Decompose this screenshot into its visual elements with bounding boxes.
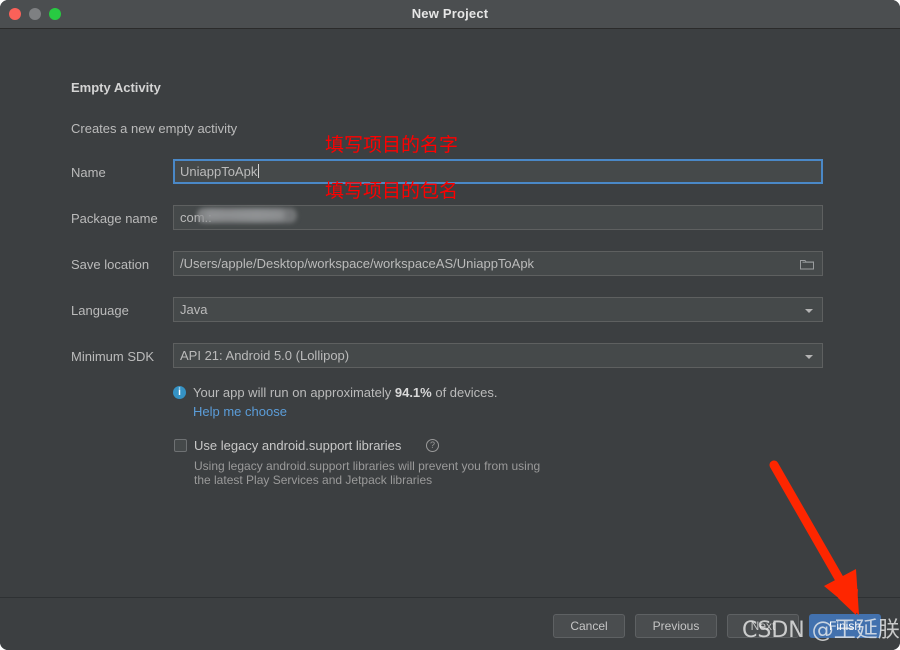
dialog-footer: Cancel Previous Next Finish	[0, 597, 900, 650]
use-legacy-support-libraries-checkbox[interactable]	[174, 439, 187, 452]
use-legacy-support-libraries-label[interactable]: Use legacy android.support libraries	[194, 438, 401, 453]
language-select-value: Java	[180, 302, 208, 317]
text-caret	[258, 164, 260, 178]
cancel-button[interactable]: Cancel	[553, 614, 625, 638]
device-coverage-text: Your app will run on approximately 94.1%…	[193, 385, 498, 400]
title-bar: New Project	[0, 0, 900, 29]
window-title: New Project	[411, 6, 489, 21]
save-location-label: Save location	[71, 257, 150, 272]
help-question-icon[interactable]: ?	[426, 439, 439, 452]
save-location-input-value: /Users/apple/Desktop/workspace/workspace…	[180, 256, 535, 271]
template-title: Empty Activity	[71, 80, 161, 95]
device-coverage-percent: 94.1%	[394, 385, 432, 400]
dialog-content: Empty Activity Creates a new empty activ…	[0, 29, 900, 597]
info-icon: i	[173, 386, 186, 399]
minimum-sdk-label: Minimum SDK	[71, 349, 155, 364]
annotation-name-note: 填写项目的名字	[325, 134, 459, 156]
template-description: Creates a new empty activity	[71, 121, 238, 136]
language-label: Language	[71, 303, 129, 318]
package-name-label: Package name	[71, 211, 158, 226]
chevron-down-icon[interactable]	[805, 309, 813, 313]
device-coverage-text-before: Your app will run on approximately	[193, 385, 395, 400]
name-label: Name	[71, 165, 106, 180]
next-button[interactable]: Next	[727, 614, 799, 638]
folder-browse-icon[interactable]	[800, 258, 814, 270]
minimum-sdk-select[interactable]: API 21: Android 5.0 (Lollipop)	[173, 343, 823, 368]
save-location-input[interactable]: /Users/apple/Desktop/workspace/workspace…	[173, 251, 823, 276]
language-select[interactable]: Java	[173, 297, 823, 322]
device-coverage-text-after: of devices.	[431, 385, 498, 400]
legacy-description-line-1: Using legacy android.support libraries w…	[194, 459, 541, 473]
package-name-redaction-blur-highlight	[205, 210, 285, 220]
minimum-sdk-select-value: API 21: Android 5.0 (Lollipop)	[180, 348, 350, 363]
name-input-value: UniappToApk	[180, 164, 258, 179]
new-project-dialog-window: New Project Empty Activity Creates a new…	[0, 0, 900, 650]
legacy-description-line-2: the latest Play Services and Jetpack lib…	[194, 473, 433, 487]
previous-button[interactable]: Previous	[635, 614, 717, 638]
name-input[interactable]: UniappToApk	[173, 159, 823, 184]
help-me-choose-link[interactable]: Help me choose	[193, 404, 287, 419]
chevron-down-icon[interactable]	[805, 355, 813, 359]
finish-button[interactable]: Finish	[809, 614, 881, 638]
annotation-package-note: 填写项目的包名	[325, 180, 459, 202]
